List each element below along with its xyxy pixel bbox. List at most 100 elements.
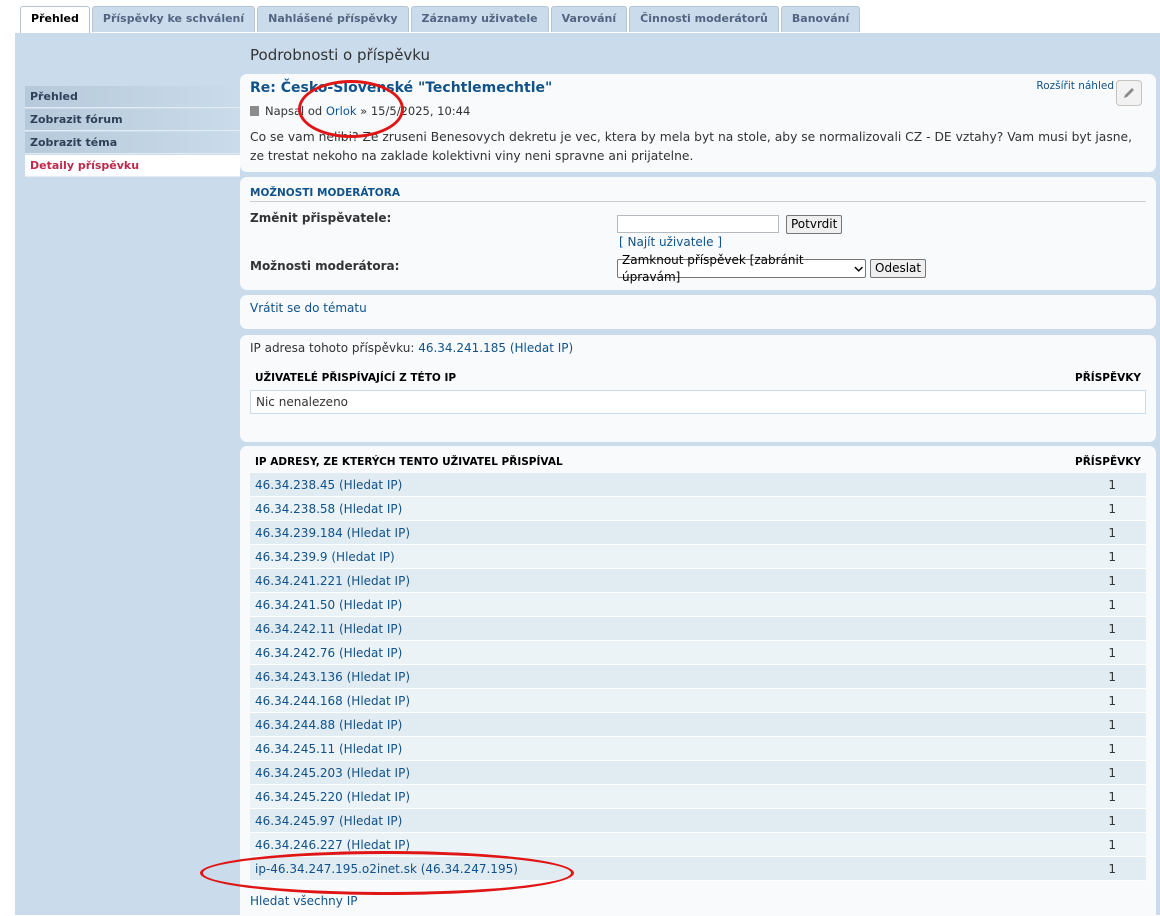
ip-cell: 46.34.243.136 (Hledat IP) — [255, 670, 410, 684]
mod-action-select[interactable]: Zamknout příspěvek [zabránit úpravám] — [617, 253, 866, 284]
post-ip-label: IP adresa tohoto příspěvku: — [250, 341, 415, 355]
ips-table: 46.34.238.45 (Hledat IP) 1 46.34.238.58 (H… — [250, 473, 1146, 881]
ip-cell: ip-46.34.247.195.o2inet.sk (46.34.247.19… — [255, 862, 518, 876]
tab-warnings[interactable]: Varování — [550, 6, 628, 32]
ip-search-link[interactable]: (Hledat IP) — [347, 526, 410, 540]
search-all-ip-link[interactable]: Hledat všechny IP — [250, 894, 357, 908]
ip-cell: 46.34.241.50 (Hledat IP) — [255, 598, 402, 612]
table-row: 46.34.242.76 (Hledat IP) 1 — [250, 641, 1146, 665]
author-link[interactable]: Orlok — [326, 104, 357, 118]
post-count: 1 — [1108, 669, 1116, 684]
ip-cell: 46.34.242.11 (Hledat IP) — [255, 622, 402, 636]
sidebar: Přehled Zobrazit fórum Zobrazit téma Det… — [25, 86, 240, 178]
ip-address-link[interactable]: 46.34.244.168 — [255, 694, 343, 708]
ip-search-link[interactable]: (Hledat IP) — [331, 550, 394, 564]
mod-action-value: Zamknout příspěvek [zabránit úpravám] — [622, 252, 804, 284]
table-row: 46.34.241.50 (Hledat IP) 1 — [250, 593, 1146, 617]
ip-address-link[interactable]: ip-46.34.247.195.o2inet.sk — [255, 862, 417, 876]
submit-button[interactable]: Odeslat — [870, 259, 927, 278]
ip-address-link[interactable]: 46.34.245.203 — [255, 766, 343, 780]
post-count: 1 — [1108, 597, 1116, 612]
tab-user-logs[interactable]: Záznamy uživatele — [410, 6, 549, 32]
ip-search-link[interactable]: (Hledat IP) — [347, 838, 410, 852]
sidebar-item-view-topic[interactable]: Zobrazit téma — [25, 132, 240, 154]
post-count: 1 — [1108, 813, 1116, 828]
ip-address-link[interactable]: 46.34.238.58 — [255, 502, 335, 516]
post-body: Co se vam nelibi? Ze zruseni Benesovych … — [250, 130, 1133, 163]
ip-search-link[interactable]: (Hledat IP) — [347, 694, 410, 708]
ip-cell: 46.34.239.9 (Hledat IP) — [255, 550, 395, 564]
post-count: 1 — [1108, 501, 1116, 516]
table-row: 46.34.245.11 (Hledat IP) 1 — [250, 737, 1146, 761]
post-meta: Napsal od Orlok » 15/5/2025, 10:44 — [250, 104, 470, 118]
ip-address-link[interactable]: 46.34.245.97 — [255, 814, 335, 828]
pencil-icon — [1124, 88, 1134, 98]
post-count: 1 — [1108, 477, 1116, 492]
table-row: 46.34.244.168 (Hledat IP) 1 — [250, 689, 1146, 713]
ip-cell: 46.34.245.203 (Hledat IP) — [255, 766, 410, 780]
table-row: 46.34.245.220 (Hledat IP) 1 — [250, 785, 1146, 809]
ip-cell: 46.34.246.227 (Hledat IP) — [255, 838, 410, 852]
change-author-label: Změnit přispěvatele: — [250, 211, 392, 225]
ip-address-link[interactable]: 46.34.241.221 — [255, 574, 343, 588]
divider — [250, 201, 1146, 202]
tab-bans[interactable]: Banování — [780, 6, 861, 32]
ip-search-link[interactable]: (Hledat IP) — [339, 502, 402, 516]
post-date: » 15/5/2025, 10:44 — [360, 104, 471, 118]
ip-address-link[interactable]: 46.34.245.11 — [255, 742, 335, 756]
post-ip-search-link[interactable]: (Hledat IP) — [510, 341, 573, 355]
post-count: 1 — [1108, 789, 1116, 804]
ip-address-link[interactable]: 46.34.241.50 — [255, 598, 335, 612]
ips-table-header: IP ADRESY, ZE KTERÝCH TENTO UŽIVATEL PŘI… — [255, 451, 1141, 473]
ip-address-link[interactable]: 46.34.242.76 — [255, 646, 335, 660]
find-user-link[interactable]: [ Najít uživatele ] — [619, 235, 722, 249]
tab-overview[interactable]: Přehled — [20, 6, 90, 34]
table-row: 46.34.245.203 (Hledat IP) 1 — [250, 761, 1146, 785]
table-row: 46.34.238.45 (Hledat IP) 1 — [250, 473, 1146, 497]
tab-approval[interactable]: Příspěvky ke schválení — [91, 6, 256, 32]
confirm-button[interactable]: Potvrdit — [786, 215, 843, 234]
sidebar-item-view-forum[interactable]: Zobrazit fórum — [25, 109, 240, 131]
ip-search-link[interactable]: (Hledat IP) — [339, 478, 402, 492]
ip-search-link[interactable]: (Hledat IP) — [347, 790, 410, 804]
ip-search-link[interactable]: (Hledat IP) — [339, 622, 402, 636]
ip-search-link[interactable]: (Hledat IP) — [347, 670, 410, 684]
table-row: 46.34.241.221 (Hledat IP) 1 — [250, 569, 1146, 593]
ip-address-link[interactable]: 46.34.244.88 — [255, 718, 335, 732]
ip-cell: 46.34.238.58 (Hledat IP) — [255, 502, 402, 516]
sidebar-item-overview[interactable]: Přehled — [25, 86, 240, 108]
post-ip-line: IP adresa tohoto příspěvku: 46.34.241.18… — [250, 341, 573, 355]
ip-search-link[interactable]: (46.34.247.195) — [421, 862, 518, 876]
ip-search-link[interactable]: (Hledat IP) — [339, 718, 402, 732]
ip-address-link[interactable]: 46.34.239.9 — [255, 550, 328, 564]
ip-search-link[interactable]: (Hledat IP) — [347, 574, 410, 588]
change-author-input[interactable] — [617, 215, 779, 233]
ip-search-link[interactable]: (Hledat IP) — [339, 646, 402, 660]
ip-address-link[interactable]: 46.34.242.11 — [255, 622, 335, 636]
back-to-topic-link[interactable]: Vrátit se do tématu — [250, 301, 367, 315]
chevron-down-icon — [854, 266, 863, 272]
ip-search-link[interactable]: (Hledat IP) — [347, 766, 410, 780]
ip-search-link[interactable]: (Hledat IP) — [339, 814, 402, 828]
edit-button[interactable] — [1116, 80, 1142, 106]
table-row: 46.34.246.227 (Hledat IP) 1 — [250, 833, 1146, 857]
ip-cell: 46.34.242.76 (Hledat IP) — [255, 646, 402, 660]
ip-address-link[interactable]: 46.34.238.45 — [255, 478, 335, 492]
ip-address-link[interactable]: 46.34.245.220 — [255, 790, 343, 804]
ip-search-link[interactable]: (Hledat IP) — [339, 742, 402, 756]
ip-cell: 46.34.239.184 (Hledat IP) — [255, 526, 410, 540]
ip-address-link[interactable]: 46.34.239.184 — [255, 526, 343, 540]
post-title[interactable]: Re: Česko-Slovenské "Techtlemechtle" — [250, 80, 552, 96]
sidebar-item-post-details[interactable]: Detaily příspěvku — [25, 155, 240, 177]
ip-cell: 46.34.244.168 (Hledat IP) — [255, 694, 410, 708]
ip-cell: 46.34.244.88 (Hledat IP) — [255, 718, 402, 732]
ip-address-link[interactable]: 46.34.243.136 — [255, 670, 343, 684]
expand-view-link[interactable]: Rozšířit náhled — [1036, 80, 1114, 92]
tab-mod-logs[interactable]: Činnosti moderátorů — [629, 6, 779, 32]
tab-reported[interactable]: Nahlášené příspěvky — [257, 6, 409, 32]
post-icon — [250, 106, 259, 116]
ip-address-link[interactable]: 46.34.246.227 — [255, 838, 343, 852]
post-count: 1 — [1108, 549, 1116, 564]
ip-search-link[interactable]: (Hledat IP) — [339, 598, 402, 612]
post-ip-link[interactable]: 46.34.241.185 — [418, 341, 506, 355]
